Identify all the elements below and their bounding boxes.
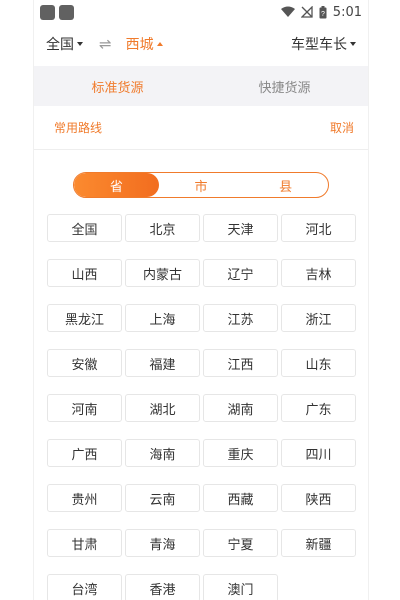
region-option[interactable]: 河北 [281, 214, 356, 242]
destination-label: 西城 [125, 37, 154, 53]
destination-selector[interactable]: 西城 [126, 34, 163, 54]
svg-text:?: ? [321, 11, 325, 18]
region-option[interactable]: 湖北 [125, 394, 200, 422]
notification-icon [59, 4, 74, 20]
region-option[interactable]: 全国 [47, 214, 122, 242]
region-option[interactable]: 湖南 [203, 394, 278, 422]
region-grid: 全国 北京 天津 河北山西 内蒙古 辽宁 吉林黑龙江 上海 江苏 浙江安徽 福建 江西 山东河南 湖北 湖南… [47, 214, 368, 600]
notification-icon [40, 4, 55, 20]
status-left [40, 4, 74, 20]
region-option[interactable]: 澳门 [203, 574, 278, 600]
swap-icon[interactable]: ⇌ [99, 35, 112, 53]
region-option[interactable]: 新疆 [281, 529, 356, 557]
segment-city[interactable]: 市 [159, 173, 244, 197]
region-option[interactable]: 云南 [125, 484, 200, 512]
caret-down-icon [77, 42, 83, 46]
caret-up-icon [156, 42, 163, 46]
clock: 5:01 [332, 4, 362, 20]
region-option[interactable]: 江西 [203, 349, 278, 377]
region-option[interactable]: 四川 [281, 439, 356, 467]
source-tabs: 标准货源 快捷货源 [34, 66, 368, 106]
battery-icon: ? [319, 5, 327, 18]
region-option[interactable]: 陕西 [281, 484, 356, 512]
origin-label: 全国 [46, 37, 74, 53]
tab-quick-source[interactable]: 快捷货源 [201, 77, 368, 96]
status-right: ? 5:01 [280, 4, 362, 20]
phone-screen: ? 5:01 全国 ⇌ 西城 车型车长 标准货源 快捷货源 常用路线 取消 省 … [33, 0, 369, 600]
region-option[interactable]: 河南 [47, 394, 122, 422]
region-option[interactable]: 香港 [125, 574, 200, 600]
routes-bar: 常用路线 取消 [34, 106, 368, 150]
region-option[interactable]: 吉林 [281, 259, 356, 287]
region-option[interactable]: 天津 [203, 214, 278, 242]
region-option[interactable]: 内蒙古 [125, 259, 200, 287]
region-option[interactable]: 辽宁 [203, 259, 278, 287]
region-option[interactable]: 宁夏 [203, 529, 278, 557]
region-option[interactable]: 西藏 [203, 484, 278, 512]
origin-selector[interactable]: 全国 [46, 34, 83, 54]
cancel-button[interactable]: 取消 [330, 119, 354, 136]
region-option[interactable]: 重庆 [203, 439, 278, 467]
region-option[interactable]: 北京 [125, 214, 200, 242]
segment-province[interactable]: 省 [74, 173, 159, 197]
region-option[interactable]: 黑龙江 [47, 304, 122, 332]
segment-county[interactable]: 县 [243, 173, 328, 197]
tab-standard-source[interactable]: 标准货源 [34, 77, 201, 96]
vehicle-label: 车型车长 [291, 37, 347, 53]
region-option[interactable]: 海南 [125, 439, 200, 467]
region-option[interactable]: 福建 [125, 349, 200, 377]
region-level-segment: 省 市 县 [73, 172, 329, 198]
region-option[interactable]: 甘肃 [47, 529, 122, 557]
region-option[interactable]: 山西 [47, 259, 122, 287]
region-option[interactable]: 广东 [281, 394, 356, 422]
region-option[interactable]: 贵州 [47, 484, 122, 512]
region-option[interactable]: 上海 [125, 304, 200, 332]
common-routes-link[interactable]: 常用路线 [54, 119, 102, 136]
region-option[interactable]: 广西 [47, 439, 122, 467]
filter-header: 全国 ⇌ 西城 车型车长 [34, 24, 368, 64]
region-option[interactable]: 山东 [281, 349, 356, 377]
region-option[interactable]: 江苏 [203, 304, 278, 332]
region-option[interactable]: 青海 [125, 529, 200, 557]
region-option[interactable]: 浙江 [281, 304, 356, 332]
no-signal-icon [300, 6, 313, 18]
status-bar: ? 5:01 [34, 0, 368, 24]
wifi-icon [280, 6, 295, 17]
vehicle-selector[interactable]: 车型车长 [291, 34, 356, 54]
region-option[interactable]: 台湾 [47, 574, 122, 600]
region-option[interactable]: 安徽 [47, 349, 122, 377]
caret-down-icon [350, 42, 356, 46]
